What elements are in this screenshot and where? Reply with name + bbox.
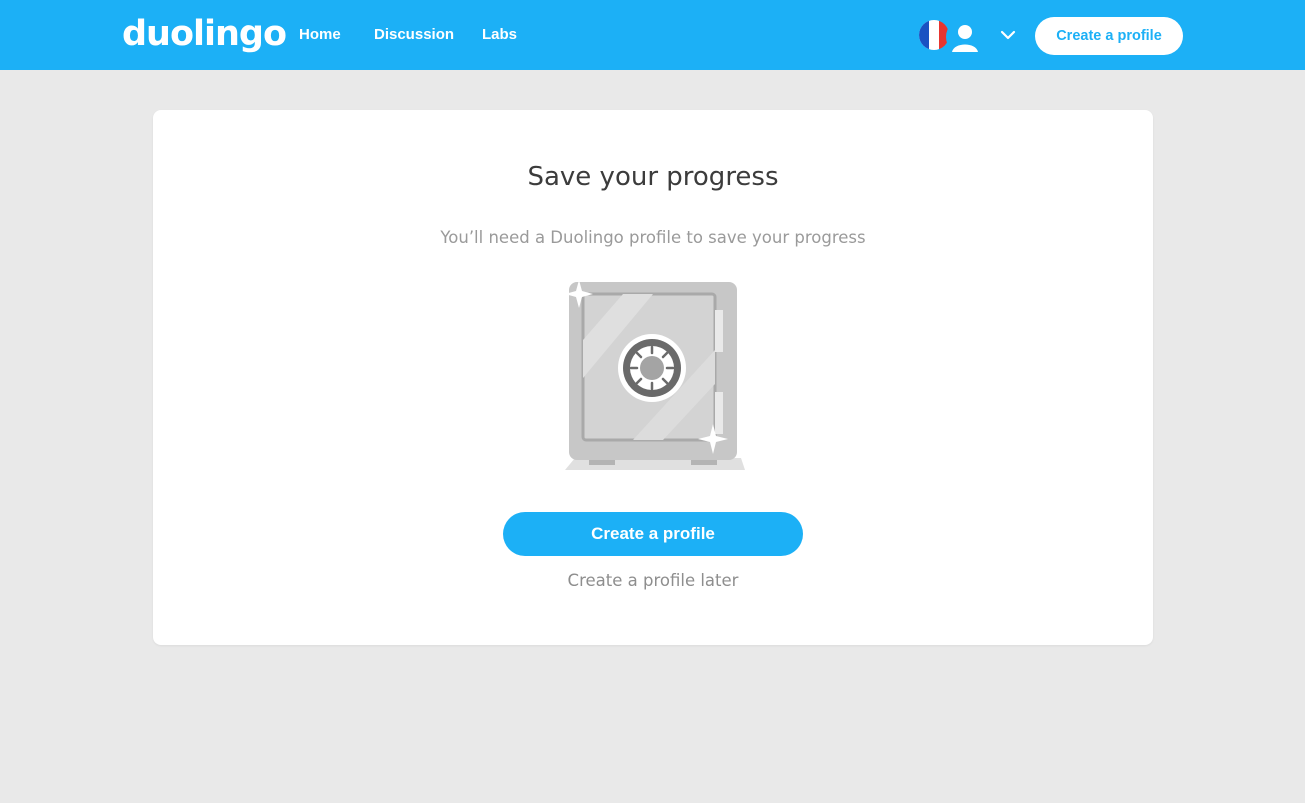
nav-home-link[interactable]: Home (299, 0, 341, 70)
save-progress-card: Save your progress You’ll need a Duoling… (153, 110, 1153, 645)
duolingo-logo[interactable]: duolingo (122, 12, 287, 56)
nav-labs-link[interactable]: Labs (482, 0, 517, 70)
header-create-profile-button[interactable]: Create a profile (1035, 17, 1183, 55)
card-title: Save your progress (527, 162, 779, 192)
user-avatar-icon[interactable] (946, 18, 984, 56)
chevron-down-icon[interactable] (999, 26, 1017, 44)
nav-discussion-link[interactable]: Discussion (374, 0, 454, 70)
card-subtitle: You’ll need a Duolingo profile to save y… (440, 228, 866, 247)
france-flag-icon[interactable] (919, 20, 949, 50)
user-silhouette-icon (952, 25, 978, 52)
create-profile-later-link[interactable]: Create a profile later (153, 571, 1153, 590)
flag-blue-stripe (919, 20, 929, 50)
create-profile-button[interactable]: Create a profile (503, 512, 803, 556)
safe-illustration (565, 280, 745, 470)
top-navigation-bar: duolingo Home Discussion Labs Create a p… (0, 0, 1305, 70)
